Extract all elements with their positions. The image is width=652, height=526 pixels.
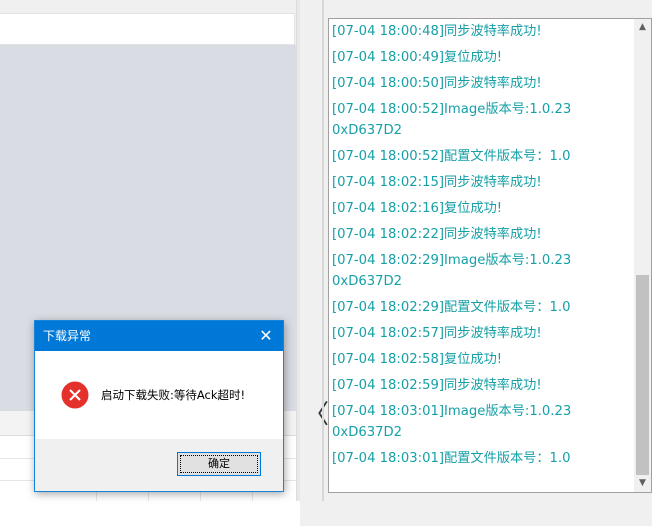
panel-splitter[interactable]: 〈 [300, 0, 329, 501]
log-line: [07-04 18:03:01]配置文件版本号：1.0 [332, 451, 571, 466]
splitter-divider [322, 0, 324, 501]
log-line: [07-04 18:02:22]同步波特率成功! [332, 227, 542, 242]
log-line: [07-04 18:02:29]Image版本号:1.0.23 [332, 253, 572, 268]
dialog-footer: 确定 [35, 439, 283, 491]
error-dialog: 下载异常 ✕ 启动下载失败:等待Ack超时! 确定 [34, 320, 284, 492]
top-input-field[interactable] [0, 13, 295, 45]
log-line: 0xD637D2 [332, 123, 403, 138]
log-panel[interactable]: [07-04 18:00:48]同步波特率成功! [07-04 18:00:49]… [328, 18, 652, 493]
log-line: 0xD637D2 [332, 425, 403, 440]
dialog-title: 下载异常 [43, 329, 92, 343]
log-scrollbar[interactable]: ▲ ▼ [634, 19, 651, 492]
log-lines: [07-04 18:00:48]同步波特率成功! [07-04 18:00:49]… [332, 21, 632, 474]
log-line: [07-04 18:00:52]配置文件版本号：1.0 [332, 149, 571, 164]
error-icon [61, 381, 89, 409]
log-line: [07-04 18:00:50]同步波特率成功! [332, 76, 542, 91]
scroll-thumb[interactable] [636, 275, 649, 475]
log-line: [07-04 18:02:15]同步波特率成功! [332, 175, 542, 190]
log-line: [07-04 18:03:01]Image版本号:1.0.23 [332, 404, 572, 419]
chevron-left-icon[interactable]: 〈 [303, 400, 329, 430]
dialog-title-bar[interactable]: 下载异常 ✕ [35, 321, 283, 351]
log-line: 0xD637D2 [332, 274, 403, 289]
log-line: [07-04 18:02:16]复位成功! [332, 201, 503, 216]
dialog-message: 启动下载失败:等待Ack超时! [101, 388, 246, 402]
scroll-up-icon[interactable]: ▲ [634, 19, 651, 36]
dialog-body: 启动下载失败:等待Ack超时! [35, 351, 283, 439]
log-line: [07-04 18:02:29]配置文件版本号：1.0 [332, 300, 571, 315]
log-panel-header [328, 0, 652, 18]
log-line: [07-04 18:02:58]复位成功! [332, 352, 503, 367]
log-line: [07-04 18:00:48]同步波特率成功! [332, 24, 542, 39]
log-line: [07-04 18:02:57]同步波特率成功! [332, 326, 542, 341]
log-line: [07-04 18:00:52]Image版本号:1.0.23 [332, 102, 572, 117]
close-icon[interactable]: ✕ [249, 321, 283, 351]
log-line: [07-04 18:00:49]复位成功! [332, 50, 503, 65]
log-line: [07-04 18:02:59]同步波特率成功! [332, 378, 542, 393]
ok-button[interactable]: 确定 [177, 452, 261, 476]
scroll-down-icon[interactable]: ▼ [634, 475, 651, 492]
